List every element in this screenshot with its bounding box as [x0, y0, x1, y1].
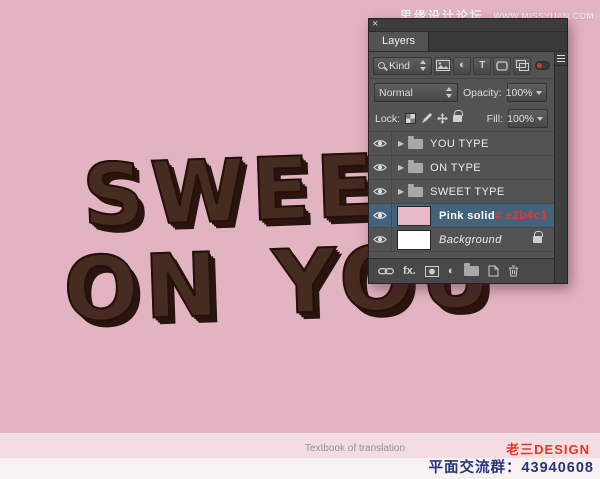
layer-row-sweet-type[interactable]: ▶ SWEET TYPE	[369, 180, 554, 204]
layers-panel: × Layers Kind ◐ T	[368, 18, 568, 284]
expand-triangle-icon[interactable]: ▶	[398, 163, 404, 172]
layer-name[interactable]: YOU TYPE	[430, 138, 489, 150]
kind-filter-dropdown[interactable]: Kind	[373, 57, 432, 75]
visibility-toggle[interactable]	[369, 180, 392, 203]
fill-value: 100%	[507, 113, 534, 125]
layer-name[interactable]: SWEET TYPE	[430, 186, 505, 198]
credit-bar: Textbook of translation 老三DESIGN 平面交流群：4…	[0, 433, 600, 479]
eye-icon	[373, 211, 387, 220]
folder-icon	[408, 187, 423, 197]
layer-thumbnail[interactable]	[397, 230, 431, 250]
layer-row-on-type[interactable]: ▶ ON TYPE	[369, 156, 554, 180]
expand-triangle-icon[interactable]: ▶	[398, 187, 404, 196]
layer-row-you-type[interactable]: ▶ YOU TYPE	[369, 132, 554, 156]
panel-menu-icon	[557, 55, 565, 62]
filter-pixel-layers-button[interactable]	[434, 57, 452, 75]
visibility-toggle[interactable]	[369, 204, 392, 227]
lock-all-icon[interactable]	[453, 115, 462, 122]
eye-icon	[373, 235, 387, 244]
type-icon: T	[479, 60, 485, 71]
lock-position-icon[interactable]	[437, 113, 448, 124]
lock-brush-icon[interactable]	[421, 113, 432, 124]
chevron-down-icon	[537, 117, 543, 121]
lock-icon	[533, 236, 542, 243]
layer-mask-icon[interactable]	[425, 266, 439, 277]
blend-mode-value: Normal	[379, 87, 413, 99]
hex-color-label: # e2b4c1	[495, 210, 548, 222]
close-icon[interactable]: ×	[372, 18, 378, 31]
blend-mode-dropdown[interactable]: Normal	[374, 83, 458, 102]
fill-label: Fill:	[487, 113, 503, 125]
folder-icon	[408, 163, 423, 173]
adjustment-layer-icon[interactable]: ◐	[448, 266, 455, 277]
panel-tab-bar: Layers	[369, 32, 567, 52]
smart-object-icon	[516, 60, 529, 71]
opacity-label: Opacity:	[463, 87, 502, 99]
link-layers-icon[interactable]	[378, 266, 394, 276]
layer-row-pink-solid[interactable]: Pink solid # e2b4c1	[369, 204, 554, 228]
blend-row: Normal Opacity: 100%	[369, 79, 554, 106]
chevron-down-icon	[536, 91, 542, 95]
filter-adjustment-layers-button[interactable]: ◐	[453, 57, 471, 75]
eye-icon	[373, 163, 387, 172]
kind-filter-label: Kind	[389, 60, 410, 72]
layer-thumbnail[interactable]	[397, 206, 431, 226]
search-icon	[378, 62, 385, 69]
visibility-toggle[interactable]	[369, 156, 392, 179]
new-group-icon[interactable]	[464, 266, 479, 276]
tab-layers[interactable]: Layers	[369, 32, 429, 51]
adjustment-icon: ◐	[459, 60, 466, 71]
visibility-toggle[interactable]	[369, 132, 392, 155]
translation-note: Textbook of translation	[305, 443, 405, 454]
filter-smart-object-button[interactable]	[513, 57, 531, 75]
panel-titlebar[interactable]: ×	[369, 19, 567, 32]
expand-triangle-icon[interactable]: ▶	[398, 139, 404, 148]
layers-list: ▶ YOU TYPE ▶ ON TYPE ▶	[369, 132, 554, 261]
visibility-toggle[interactable]	[369, 228, 392, 251]
eye-icon	[373, 187, 387, 196]
layer-name[interactable]: Background	[439, 234, 502, 246]
layer-style-icon[interactable]: fx.	[403, 265, 416, 277]
updown-arrows-icon	[420, 60, 427, 71]
canvas: 思缘设计论坛 WWW.MISSYUAN.COM SWEET ON YOU × L…	[0, 0, 600, 479]
shape-icon	[496, 61, 508, 71]
lock-transparency-icon[interactable]	[405, 113, 416, 124]
opacity-dropdown[interactable]: 100%	[507, 83, 547, 102]
panel-menu-button[interactable]	[555, 52, 567, 66]
filter-type-layers-button[interactable]: T	[473, 57, 491, 75]
updown-arrows-icon	[446, 87, 453, 98]
lock-label: Lock:	[375, 113, 400, 125]
delete-layer-icon[interactable]	[508, 265, 519, 277]
opacity-value: 100%	[506, 87, 533, 99]
layer-name[interactable]: ON TYPE	[430, 162, 481, 174]
folder-icon	[408, 139, 423, 149]
layer-name[interactable]: Pink solid	[439, 210, 495, 222]
qq-group-line: 平面交流群：43940608	[428, 456, 594, 477]
filter-shape-layers-button[interactable]	[493, 57, 511, 75]
picture-icon	[436, 60, 450, 71]
panel-footer-toolbar: fx. ◐	[369, 258, 554, 283]
panel-body: Kind ◐ T	[369, 53, 554, 283]
layer-filter-toggle[interactable]	[535, 61, 550, 70]
eye-icon	[373, 139, 387, 148]
panel-scrollbar[interactable]	[554, 52, 567, 283]
layer-row-background[interactable]: Background	[369, 228, 554, 252]
new-layer-icon[interactable]	[488, 265, 499, 277]
fill-group: Fill: 100%	[487, 109, 548, 128]
layer-filter-row: Kind ◐ T	[369, 53, 554, 79]
lock-row: Lock: Fill: 100%	[369, 106, 554, 132]
fill-dropdown[interactable]: 100%	[508, 109, 548, 128]
